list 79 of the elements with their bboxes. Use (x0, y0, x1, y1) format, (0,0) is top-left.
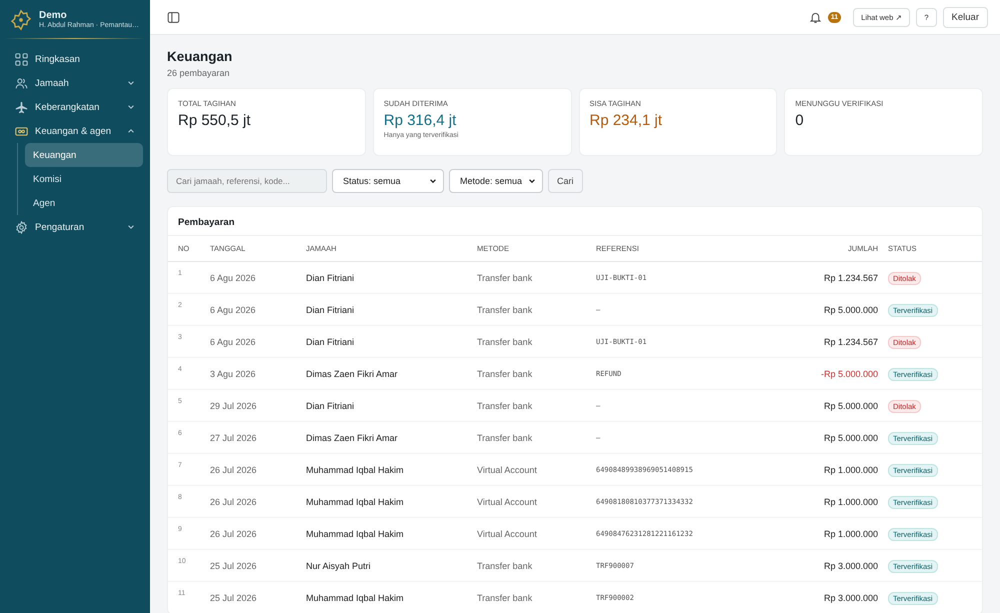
table-cell: Virtual Account (477, 528, 537, 538)
sidebar-toggle-icon[interactable] (167, 10, 180, 24)
banknote-icon (15, 124, 28, 138)
table-title: Pembayaran (177, 216, 236, 230)
sidebar-subitem[interactable]: Komisi (25, 167, 143, 191)
table-cell: Rp 1.000.000 (824, 496, 878, 506)
sidebar-item[interactable]: Pengaturan (7, 215, 143, 239)
filter-dropdown[interactable]: Metode: semua (449, 169, 543, 193)
sidebar-item[interactable]: Keberangkatan (7, 95, 143, 119)
table-cell: Muhammad Iqbal Hakim (306, 464, 404, 474)
users-icon (15, 76, 28, 90)
table-cell: Dimas Zaen Fikri Amar (306, 368, 398, 378)
table-cell: 27 Jul 2026 (210, 432, 257, 442)
sidebar-subitem[interactable]: Agen (25, 191, 143, 215)
stat-value: 0 (795, 112, 805, 129)
table-cell: Dimas Zaen Fikri Amar (306, 432, 398, 442)
table-cell: Virtual Account (477, 464, 537, 474)
sidebar-item[interactable]: Jamaah (7, 71, 143, 95)
table-cell: 6 Agu 2026 (210, 336, 256, 346)
table-cell: 3 Agu 2026 (210, 368, 256, 378)
table-cell: Rp 1.000.000 (824, 464, 878, 474)
table-cell: Muhammad Iqbal Hakim (306, 528, 404, 538)
table-cell: Virtual Account (477, 496, 537, 506)
page-subtitle: 26 pembayaran (167, 68, 231, 78)
table-cell: Transfer bank (477, 592, 532, 602)
table-cell: 6 Agu 2026 (210, 272, 256, 282)
grid-icon (15, 52, 28, 66)
chevron-down-icon (127, 79, 135, 87)
table-cell: Rp 5.000.000 (824, 304, 878, 314)
table-cell: Transfer bank (477, 400, 532, 410)
chevron-down-icon (127, 223, 135, 231)
table-cell: 29 Jul 2026 (210, 400, 257, 410)
table-cell: 25 Jul 2026 (210, 560, 257, 570)
table-cell: 26 Jul 2026 (210, 464, 257, 474)
sidebar-subitem[interactable]: Keuangan (25, 143, 143, 167)
caret-icon (528, 177, 536, 185)
table-cell: Nur Aisyah Putri (306, 560, 371, 570)
table-cell: Rp 3.000.000 (824, 560, 878, 570)
caret-icon (429, 177, 437, 185)
table-cell: Dian Fitriani (306, 272, 354, 282)
table-cell: 25 Jul 2026 (210, 592, 257, 602)
table-cell: Rp 3.000.000 (824, 592, 878, 602)
table-cell: Rp 1.000.000 (824, 528, 878, 538)
table-cell: Rp 5.000.000 (824, 432, 878, 442)
chevron-down-icon (127, 103, 135, 111)
table-cell: Transfer bank (477, 432, 532, 442)
search-field[interactable]: Cari jamaah, referensi, kode... (167, 169, 327, 193)
table-cell: Dian Fitriani (306, 400, 354, 410)
table-cell: 6 Agu 2026 (210, 304, 256, 314)
bell-icon[interactable] (808, 10, 822, 24)
table-cell: Muhammad Iqbal Hakim (306, 592, 404, 602)
filter-dropdown[interactable]: Status: semua (332, 169, 444, 193)
table-cell: -Rp 5.000.000 (820, 368, 878, 378)
search-button[interactable]: Cari (548, 169, 583, 193)
chevron-up-icon (127, 127, 135, 135)
table-cell: Muhammad Iqbal Hakim (306, 496, 404, 506)
table-cell: Rp 1.234.567 (824, 336, 878, 346)
stat-value: Rp 316,4 jt (384, 112, 458, 129)
table-cell: Rp 5.000.000 (824, 400, 878, 410)
stat-value: Rp 550,5 jt (178, 112, 252, 129)
table-cell: Transfer bank (477, 304, 532, 314)
table-cell: Transfer bank (477, 560, 532, 570)
table-cell: Rp 1.234.567 (824, 272, 878, 282)
header-button[interactable]: Keluar (942, 6, 988, 28)
settings-icon (15, 220, 28, 234)
table-cell: 26 Jul 2026 (210, 528, 257, 538)
stat-value: Rp 234,1 jt (590, 112, 664, 129)
plane-icon (15, 100, 28, 114)
table-cell: Transfer bank (477, 368, 532, 378)
sidebar-item[interactable]: Ringkasan (7, 47, 143, 71)
table-cell: Dian Fitriani (306, 304, 354, 314)
sidebar-item[interactable]: Keuangan & agen (7, 119, 143, 143)
table-cell: Transfer bank (477, 336, 532, 346)
table-cell: Dian Fitriani (306, 336, 354, 346)
table-cell: 26 Jul 2026 (210, 496, 257, 506)
brand-title: Demo (39, 10, 68, 21)
page-title: Keuangan (167, 49, 234, 64)
emblem-icon (10, 9, 32, 31)
table-cell: Transfer bank (477, 272, 532, 282)
